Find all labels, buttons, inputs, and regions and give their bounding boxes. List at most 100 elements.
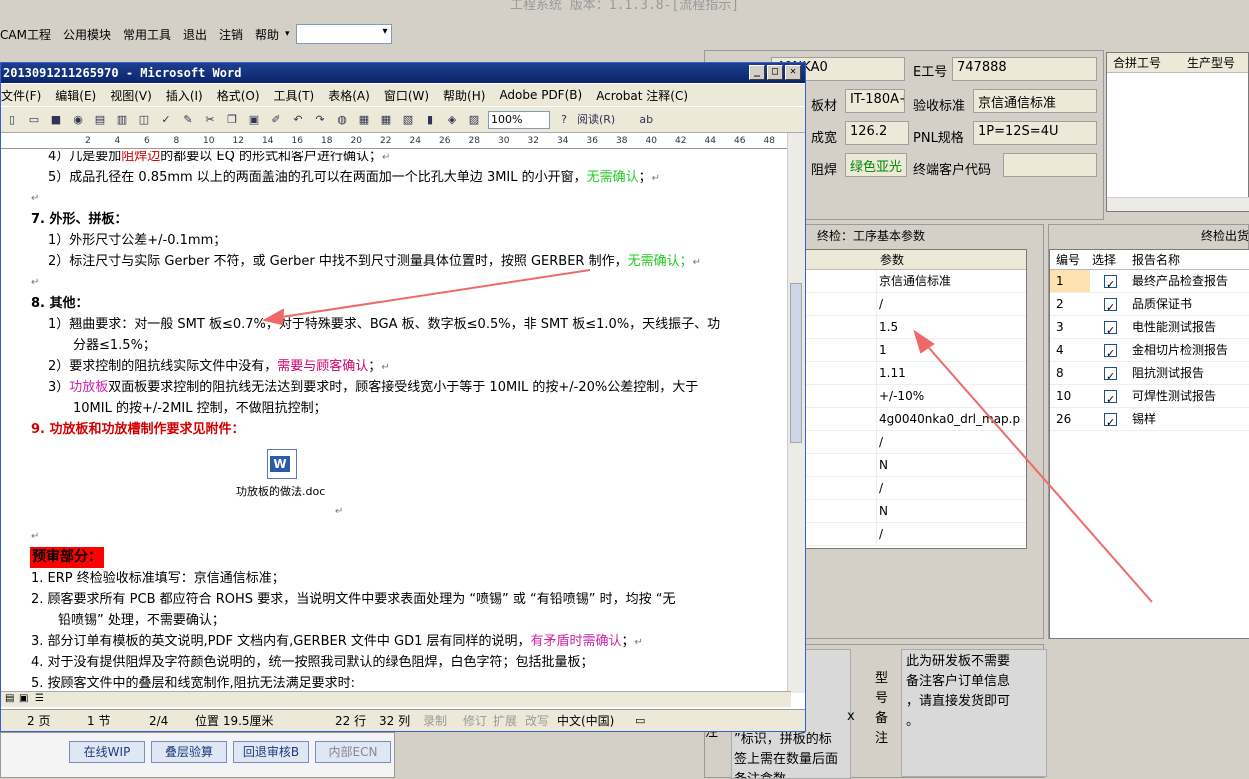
redo-icon[interactable]: ↷ xyxy=(311,111,329,129)
print-preview-icon[interactable]: ▤ xyxy=(91,111,109,129)
format-painter-icon[interactable]: ✐ xyxy=(267,111,285,129)
note-line: 型 xyxy=(875,671,889,686)
open-folder-icon[interactable]: ▭ xyxy=(25,111,43,129)
menu-help[interactable]: 帮助 xyxy=(249,26,285,43)
param-value: N xyxy=(876,454,888,476)
word-menu-insert[interactable]: 插入(I) xyxy=(159,87,210,104)
print-layout-icon[interactable]: ▣ xyxy=(19,693,28,704)
report-row[interactable]: 10 可焊性测试报告 xyxy=(1050,385,1249,408)
drawing-icon[interactable]: ◈ xyxy=(443,111,461,129)
menu-logout[interactable]: 注销 xyxy=(213,26,249,43)
word-menu-view[interactable]: 视图(V) xyxy=(103,87,159,104)
scroll-thumb[interactable] xyxy=(790,283,802,443)
ruler-number: 46 xyxy=(734,136,746,146)
report-checkbox[interactable] xyxy=(1104,365,1117,384)
menu-cam[interactable]: CAM工程 xyxy=(0,26,57,43)
horizontal-ruler[interactable]: 2 4 6 8 10 12 14 16 18 20 22 24 26 28 30 32 34 36 38 40 42 44… xyxy=(1,135,804,149)
doc-line: 1）外形尺寸公差+/-0.1mm； xyxy=(48,233,227,248)
word-menu-table[interactable]: 表格(A) xyxy=(321,87,377,104)
cut-icon[interactable]: ✂ xyxy=(201,111,219,129)
report-checkbox[interactable] xyxy=(1104,411,1117,430)
insert-excel-icon[interactable]: ▧ xyxy=(399,111,417,129)
report-checkbox[interactable] xyxy=(1104,319,1117,338)
report-grid[interactable]: 编号 选择 报告名称 1 最终产品检查报告 2 品质保证书 3 电性能测试报告 4 金相切片检… xyxy=(1049,249,1249,639)
pre-review-heading: 预审部分： xyxy=(30,547,104,568)
zoom-select[interactable]: 100% xyxy=(488,110,550,129)
ruler-number: 38 xyxy=(616,136,628,146)
close-icon[interactable]: ✕ xyxy=(785,65,801,80)
report-row[interactable]: 4 金相切片检测报告 xyxy=(1050,339,1249,362)
save-icon[interactable]: ■ xyxy=(47,111,65,129)
word-menu-help[interactable]: 帮助(H) xyxy=(436,87,492,104)
ruler-number: 42 xyxy=(675,136,687,146)
online-wip-button[interactable]: 在线WIP xyxy=(69,741,145,763)
ruler-number: 16 xyxy=(291,136,303,146)
normal-view-icon[interactable]: ▤ xyxy=(5,693,14,704)
rollback-review-button[interactable]: 回退审核B xyxy=(233,741,309,763)
doc-heading-9: 9. 功放板和功放槽制作要求见附件： xyxy=(31,422,245,437)
highlight-icon[interactable]: ab xyxy=(637,111,655,129)
field-acceptance: 京信通信标准 xyxy=(973,89,1097,113)
word-menu-tools[interactable]: 工具(T) xyxy=(267,87,322,104)
help-icon[interactable]: ? xyxy=(555,111,573,129)
menu-combo-box[interactable] xyxy=(295,24,392,44)
outline-view-icon[interactable]: ☰ xyxy=(35,693,44,704)
internal-ecn-button[interactable]: 内部ECN xyxy=(315,741,391,763)
word-title-bar[interactable]: 2013091211265970 - Microsoft Word _ □ ✕ xyxy=(1,63,805,83)
report-checkbox[interactable] xyxy=(1104,273,1117,292)
word-menu-acrobat[interactable]: Acrobat 注释(C) xyxy=(589,87,695,104)
new-doc-icon[interactable]: ▯ xyxy=(3,111,21,129)
status-ext[interactable]: 扩展 xyxy=(493,712,525,729)
report-checkbox[interactable] xyxy=(1104,388,1117,407)
spelling-status-icon[interactable]: ▭ xyxy=(635,714,645,727)
word-doc-icon[interactable]: W xyxy=(267,449,297,479)
report-row[interactable]: 2 品质保证书 xyxy=(1050,293,1249,316)
undo-icon[interactable]: ↶ xyxy=(289,111,307,129)
status-rec[interactable]: 录制 xyxy=(423,712,463,729)
doc-map-icon[interactable]: ▨ xyxy=(465,111,483,129)
doc-line: 3. 部分订单有模板的英文说明,PDF 文档内有,GERBER 文件中 GD1 … xyxy=(31,634,643,649)
preview-icon[interactable]: ◫ xyxy=(135,111,153,129)
spelling-icon[interactable]: ✓ xyxy=(157,111,175,129)
report-row[interactable]: 1 最终产品检查报告 xyxy=(1050,270,1249,293)
tables-borders-icon[interactable]: ▦ xyxy=(355,111,373,129)
report-row[interactable]: 3 电性能测试报告 xyxy=(1050,316,1249,339)
report-checkbox[interactable] xyxy=(1104,296,1117,315)
word-menu-format[interactable]: 格式(O) xyxy=(210,87,267,104)
word-window[interactable]: 2013091211265970 - Microsoft Word _ □ ✕ … xyxy=(0,62,806,732)
word-menu-file[interactable]: 文件(F) xyxy=(1,87,48,104)
insert-table-icon[interactable]: ▦ xyxy=(377,111,395,129)
label-customer-code: 终端客户代码 xyxy=(913,163,992,178)
report-row[interactable]: 26 锡样 xyxy=(1050,408,1249,431)
paste-icon[interactable]: ▣ xyxy=(245,111,263,129)
status-ovr[interactable]: 改写 xyxy=(525,712,557,729)
document-vscroll[interactable] xyxy=(787,133,805,693)
maximize-icon[interactable]: □ xyxy=(767,65,783,80)
read-mode-button[interactable]: 阅读(R) xyxy=(577,111,615,129)
ruler-number: 30 xyxy=(498,136,510,146)
copy-icon[interactable]: ❐ xyxy=(223,111,241,129)
menu-exit[interactable]: 退出 xyxy=(177,26,213,43)
report-checkbox[interactable] xyxy=(1104,342,1117,361)
menu-tools[interactable]: 常用工具 xyxy=(117,26,177,43)
merge-grid[interactable]: 合拼工号 生产型号 xyxy=(1106,52,1249,212)
chevron-down-icon[interactable]: ▾ xyxy=(285,29,290,39)
ruler-number: 2 xyxy=(85,136,91,146)
document-body[interactable]: 4）几是要加阻焊边的都要以 EQ 的形式和客户进行确认；↵ 5）成品孔径在 0.… xyxy=(1,151,791,691)
research-icon[interactable]: ✎ xyxy=(179,111,197,129)
col-select: 选择 xyxy=(1092,253,1117,267)
report-row[interactable]: 8 阻抗测试报告 xyxy=(1050,362,1249,385)
menu-public[interactable]: 公用模块 xyxy=(57,26,117,43)
attachment-label[interactable]: 功放板的做法.doc xyxy=(236,481,325,502)
stackup-calc-button[interactable]: 叠层验算 xyxy=(151,741,227,763)
minimize-icon[interactable]: _ xyxy=(749,65,765,80)
permission-icon[interactable]: ◉ xyxy=(69,111,87,129)
hyperlink-icon[interactable]: ◍ xyxy=(333,111,351,129)
print-icon[interactable]: ▥ xyxy=(113,111,131,129)
merge-grid-hscroll[interactable] xyxy=(1107,197,1249,211)
word-menu-edit[interactable]: 编辑(E) xyxy=(48,87,103,104)
status-trk[interactable]: 修订 xyxy=(463,712,493,729)
word-menu-window[interactable]: 窗口(W) xyxy=(377,87,436,104)
word-menu-adobe-pdf[interactable]: Adobe PDF(B) xyxy=(492,88,589,102)
columns-icon[interactable]: ▮ xyxy=(421,111,439,129)
